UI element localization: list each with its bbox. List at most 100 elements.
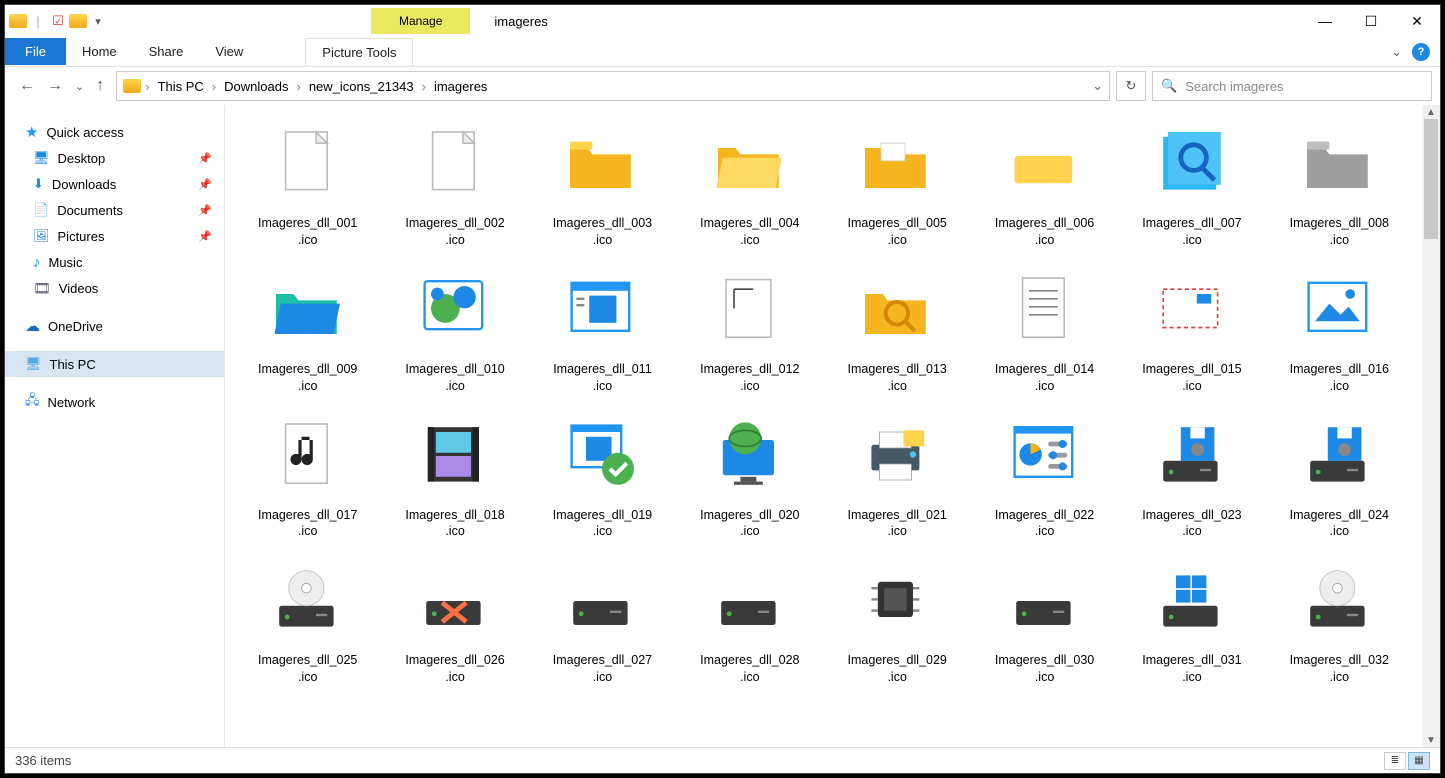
chevron-right-icon[interactable]: ›: [143, 79, 151, 94]
file-item[interactable]: Imageres_dll_029.ico: [825, 552, 970, 690]
file-label: Imageres_dll_015.ico: [1142, 361, 1241, 395]
file-item[interactable]: Imageres_dll_015.ico: [1119, 261, 1264, 399]
file-label: Imageres_dll_014.ico: [995, 361, 1094, 395]
tab-file[interactable]: File: [5, 38, 66, 65]
address-bar[interactable]: › This PC › Downloads › new_icons_21343 …: [116, 71, 1110, 101]
file-item[interactable]: Imageres_dll_022.ico: [972, 407, 1117, 545]
scroll-up-icon[interactable]: ▲: [1422, 105, 1440, 119]
file-item[interactable]: Imageres_dll_030.ico: [972, 552, 1117, 690]
sidebar-item-this-pc[interactable]: 🖥This PC: [5, 351, 224, 377]
file-item[interactable]: Imageres_dll_007.ico: [1119, 115, 1264, 253]
sidebar-item-desktop[interactable]: 🖥Desktop📌: [5, 145, 224, 171]
minimize-button[interactable]: —: [1302, 5, 1348, 37]
network-icon: 🖧: [25, 391, 40, 413]
drive-icon: [705, 556, 795, 646]
file-item[interactable]: Imageres_dll_010.ico: [382, 261, 527, 399]
breadcrumb[interactable]: imageres: [430, 77, 491, 96]
file-item[interactable]: Imageres_dll_009.ico: [235, 261, 380, 399]
ribbon-expand-icon[interactable]: ⌄: [1391, 44, 1402, 60]
folder-icon: [9, 12, 27, 30]
file-item[interactable]: Imageres_dll_024.ico: [1267, 407, 1412, 545]
app-checked-icon: [557, 411, 647, 501]
file-item[interactable]: Imageres_dll_018.ico: [382, 407, 527, 545]
chevron-right-icon[interactable]: ›: [210, 79, 218, 94]
file-item[interactable]: Imageres_dll_001.ico: [235, 115, 380, 253]
file-label: Imageres_dll_026.ico: [405, 652, 504, 686]
chevron-right-icon[interactable]: ›: [420, 79, 428, 94]
scroll-thumb[interactable]: [1424, 119, 1438, 239]
folder-search-icon: [1147, 119, 1237, 209]
breadcrumb[interactable]: new_icons_21343: [305, 77, 418, 96]
tab-view[interactable]: View: [199, 38, 259, 65]
blank-file-icon: [263, 119, 353, 209]
file-item[interactable]: Imageres_dll_017.ico: [235, 407, 380, 545]
sidebar-item-videos[interactable]: 🎞Videos: [5, 275, 224, 301]
scroll-down-icon[interactable]: ▼: [1422, 733, 1440, 747]
file-item[interactable]: Imageres_dll_020.ico: [677, 407, 822, 545]
file-item[interactable]: Imageres_dll_031.ico: [1119, 552, 1264, 690]
forward-button[interactable]: →: [47, 77, 63, 95]
file-item[interactable]: Imageres_dll_011.ico: [530, 261, 675, 399]
breadcrumb[interactable]: This PC: [154, 77, 208, 96]
file-item[interactable]: Imageres_dll_025.ico: [235, 552, 380, 690]
up-button[interactable]: ↑: [96, 77, 104, 95]
file-label: Imageres_dll_002.ico: [405, 215, 504, 249]
search-input[interactable]: 🔍 Search imageres: [1152, 71, 1432, 101]
file-item[interactable]: Imageres_dll_014.ico: [972, 261, 1117, 399]
file-item[interactable]: Imageres_dll_002.ico: [382, 115, 527, 253]
file-item[interactable]: Imageres_dll_028.ico: [677, 552, 822, 690]
recent-dropdown-icon[interactable]: ⌄: [75, 80, 84, 93]
file-item[interactable]: Imageres_dll_013.ico: [825, 261, 970, 399]
file-item[interactable]: Imageres_dll_006.ico: [972, 115, 1117, 253]
file-label: Imageres_dll_018.ico: [405, 507, 504, 541]
file-item[interactable]: Imageres_dll_003.ico: [530, 115, 675, 253]
tab-picture-tools[interactable]: Picture Tools: [305, 38, 413, 66]
sidebar-item-label: This PC: [50, 357, 96, 372]
desktop-icon: 🖥: [33, 150, 50, 166]
drive-icon: [557, 556, 647, 646]
qat-dropdown-icon[interactable]: ▾: [89, 12, 107, 30]
folder-closed-icon: [557, 119, 647, 209]
contextual-tab-manage[interactable]: Manage: [371, 8, 470, 34]
sidebar-item-documents[interactable]: 📄Documents📌: [5, 197, 224, 223]
properties-icon[interactable]: ☑: [49, 12, 67, 30]
tab-share[interactable]: Share: [133, 38, 200, 65]
sidebar-item-network[interactable]: 🖧Network: [5, 389, 224, 415]
file-item[interactable]: Imageres_dll_021.ico: [825, 407, 970, 545]
file-item[interactable]: Imageres_dll_023.ico: [1119, 407, 1264, 545]
close-button[interactable]: ✕: [1394, 5, 1440, 37]
sidebar-item-label: OneDrive: [48, 319, 103, 334]
sidebar-item-quick-access[interactable]: ★Quick access: [5, 119, 224, 145]
sidebar-item-music[interactable]: ♪Music: [5, 249, 224, 275]
file-item[interactable]: Imageres_dll_005.ico: [825, 115, 970, 253]
video-file-icon: [410, 411, 500, 501]
file-item[interactable]: Imageres_dll_008.ico: [1267, 115, 1412, 253]
icons-view-button[interactable]: ▦: [1408, 752, 1430, 770]
file-label: Imageres_dll_011.ico: [553, 361, 651, 395]
folder-flat-icon: [1000, 119, 1090, 209]
back-button[interactable]: ←: [19, 77, 35, 95]
breadcrumb[interactable]: Downloads: [220, 77, 292, 96]
help-icon[interactable]: ?: [1412, 43, 1430, 61]
file-item[interactable]: Imageres_dll_019.ico: [530, 407, 675, 545]
file-item[interactable]: Imageres_dll_012.ico: [677, 261, 822, 399]
file-item[interactable]: Imageres_dll_004.ico: [677, 115, 822, 253]
file-item[interactable]: Imageres_dll_026.ico: [382, 552, 527, 690]
refresh-button[interactable]: ↻: [1116, 71, 1146, 101]
file-item[interactable]: Imageres_dll_032.ico: [1267, 552, 1412, 690]
sidebar-item-onedrive[interactable]: ☁OneDrive: [5, 313, 224, 339]
documents-icon: 📄: [33, 202, 49, 218]
tab-home[interactable]: Home: [66, 38, 133, 65]
file-item[interactable]: Imageres_dll_027.ico: [530, 552, 675, 690]
scrollbar[interactable]: ▲ ▼: [1422, 105, 1440, 747]
sidebar-item-label: Quick access: [46, 125, 123, 140]
chevron-right-icon[interactable]: ›: [294, 79, 302, 94]
sidebar-item-pictures[interactable]: 🖼Pictures📌: [5, 223, 224, 249]
maximize-button[interactable]: ☐: [1348, 5, 1394, 37]
file-grid[interactable]: Imageres_dll_001.ico Imageres_dll_002.ico…: [225, 105, 1422, 747]
details-view-button[interactable]: ≣: [1384, 752, 1406, 770]
file-label: Imageres_dll_001.ico: [258, 215, 357, 249]
sidebar-item-downloads[interactable]: ⬇Downloads📌: [5, 171, 224, 197]
addr-dropdown-icon[interactable]: ⌄: [1092, 78, 1103, 94]
file-item[interactable]: Imageres_dll_016.ico: [1267, 261, 1412, 399]
